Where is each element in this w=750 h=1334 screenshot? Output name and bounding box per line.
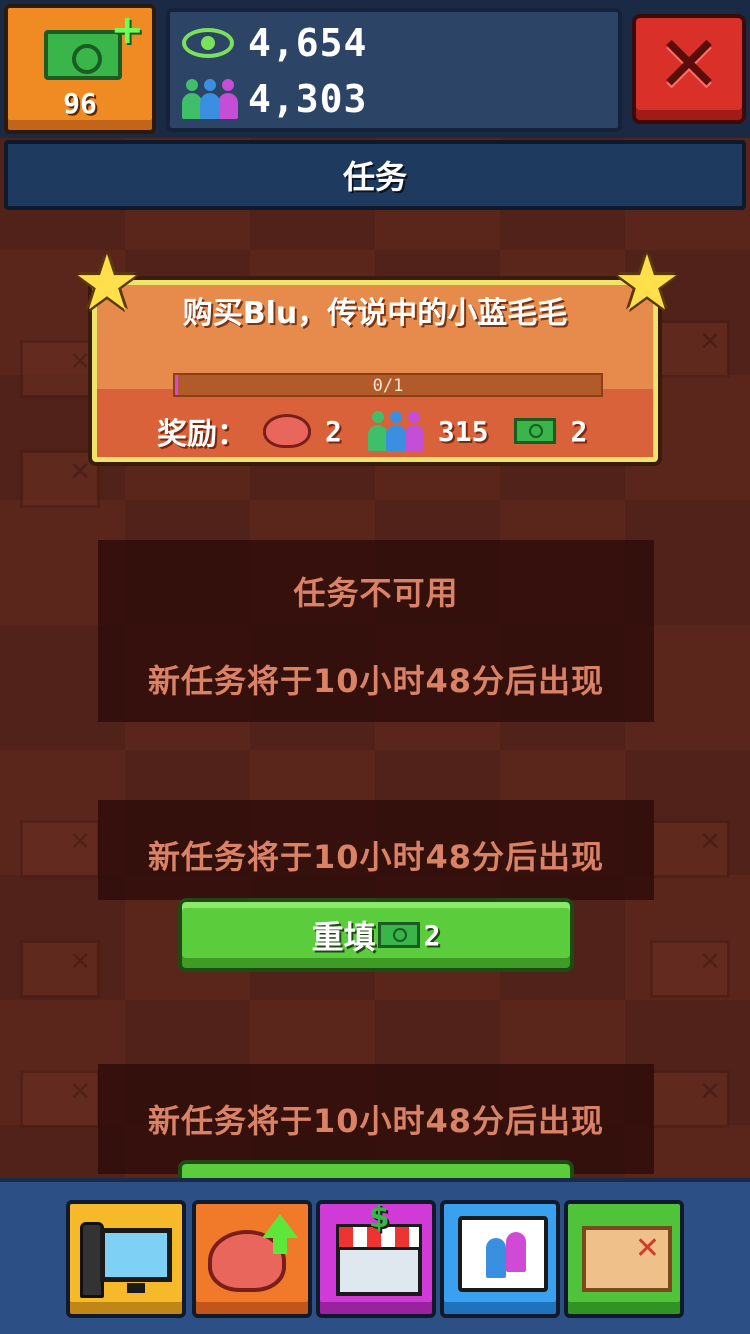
slot-timer: 新任务将于10小时48分后出现: [147, 1102, 605, 1140]
views-count: 4,654: [248, 21, 368, 65]
top-bar: + 96 4,654 4,303 ✕: [0, 0, 750, 138]
reward-row: 奖励： 2 315 2: [157, 407, 613, 455]
reward-cash-amount: 2: [570, 414, 588, 448]
cash-count: 96: [63, 87, 97, 120]
background-tile: [650, 320, 730, 378]
nav-shop-button[interactable]: [316, 1200, 436, 1318]
nav-studio-button[interactable]: [66, 1200, 186, 1318]
reward-brain-amount: 2: [325, 414, 342, 448]
progress-label: 0/1: [372, 376, 404, 396]
refill-cost: 2: [423, 918, 441, 952]
title-bar: 任务: [4, 140, 746, 210]
brain-icon: [263, 414, 311, 448]
nav-quests-button[interactable]: [564, 1200, 684, 1318]
close-button[interactable]: ✕: [632, 14, 746, 124]
refill-label: 重填: [311, 918, 376, 956]
plus-icon: +: [110, 7, 144, 53]
star-icon: ★: [72, 238, 142, 327]
slot-timer: 新任务将于10小时48分后出现: [147, 662, 605, 700]
bottom-nav: [0, 1178, 750, 1334]
quest-slot-refill: 新任务将于10小时48分后出现: [98, 800, 654, 900]
fans-icon: [182, 79, 238, 119]
arrow-up-icon: [262, 1214, 298, 1254]
monitor-icon: [100, 1228, 172, 1293]
background-tile: [20, 450, 100, 508]
background-tile: [20, 820, 100, 878]
refill-button[interactable]: 重填 2: [178, 898, 574, 972]
page-title: 任务: [342, 158, 407, 196]
background-tile: [20, 940, 100, 998]
add-cash-button[interactable]: + 96: [4, 4, 156, 134]
reward-fans-amount: 315: [437, 414, 489, 448]
stats-panel: 4,654 4,303: [166, 8, 622, 132]
reward-label: 奖励：: [157, 417, 247, 452]
fans-stat: 4,303: [182, 74, 367, 124]
quest-slot-unavailable: 任务不可用 新任务将于10小时48分后出现: [98, 540, 654, 722]
cash-icon: [514, 418, 557, 444]
background-tile: [650, 1070, 730, 1128]
quest-slot-refill: 新任务将于10小时48分后出现: [98, 1064, 654, 1174]
background-tile: [20, 340, 100, 398]
shop-icon: [336, 1200, 422, 1296]
background-tile: [20, 1070, 100, 1128]
background-tile: [650, 940, 730, 998]
nav-upgrades-button[interactable]: [192, 1200, 312, 1318]
cash-icon: [377, 922, 420, 948]
slot-timer: 新任务将于10小时48分后出现: [147, 838, 605, 876]
views-stat: 4,654: [182, 18, 367, 68]
eye-icon: [182, 28, 234, 58]
nav-fans-button[interactable]: [440, 1200, 560, 1318]
quest-progress-bar: 0/1: [173, 373, 603, 397]
quest-card[interactable]: 购买Blu，传说中的小蓝毛毛 0/1 奖励： 2 315 2: [92, 280, 658, 462]
quest-title: 购买Blu，传说中的小蓝毛毛: [182, 296, 568, 331]
fans-chat-icon: [458, 1216, 548, 1292]
slot-status: 任务不可用: [293, 574, 459, 612]
background-tile: [650, 820, 730, 878]
fans-icon: [367, 411, 424, 451]
fans-count: 4,303: [248, 77, 368, 121]
close-icon: ✕: [656, 20, 722, 110]
star-icon: ★: [612, 238, 682, 327]
quest-map-icon: [582, 1226, 672, 1292]
